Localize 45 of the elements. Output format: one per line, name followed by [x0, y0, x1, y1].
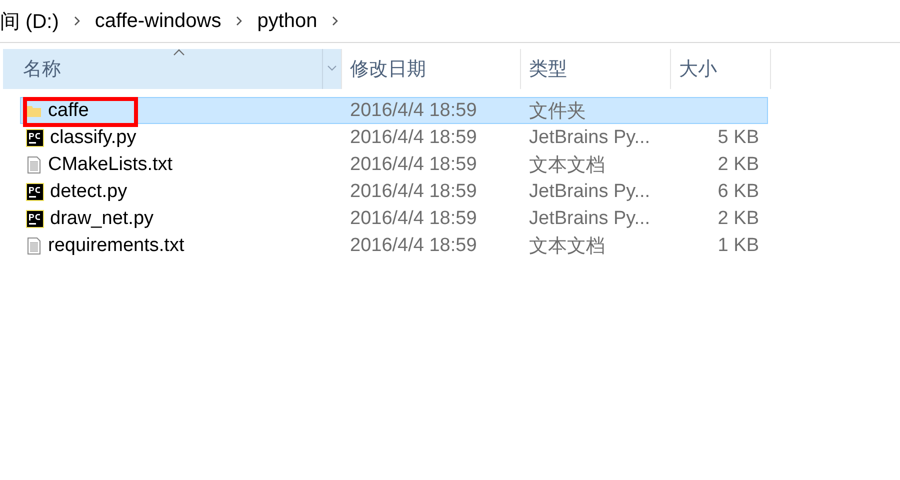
file-row[interactable]: CMakeLists.txt 2016/4/4 18:59 文本文档 2 KB: [20, 151, 768, 178]
text-file-icon: [26, 237, 42, 255]
column-header[interactable]: 类型: [521, 49, 671, 89]
file-size: 1 KB: [716, 235, 759, 257]
column-header[interactable]: 名称: [3, 49, 342, 89]
file-type: 文本文档: [528, 235, 606, 259]
file-row[interactable]: detect.py 2016/4/4 18:59 JetBrains Py... 6 KB: [20, 178, 768, 205]
chevron-icon[interactable]: [72, 15, 81, 27]
modified-date: 2016/4/4 18:59: [349, 180, 478, 202]
breadcrumb-item[interactable]: python: [257, 10, 318, 32]
chevron-icon[interactable]: [331, 15, 340, 27]
chevron-icon[interactable]: [235, 15, 244, 27]
pycharm-file-icon: [26, 182, 44, 200]
file-name: requirements.txt: [48, 235, 184, 257]
modified-date: 2016/4/4 18:59: [349, 235, 478, 257]
modified-date: 2016/4/4 18:59: [349, 126, 478, 148]
modified-date: 2016/4/4 18:59: [349, 100, 478, 122]
file-row[interactable]: classify.py 2016/4/4 18:59 JetBrains Py... 5 KB: [20, 124, 768, 151]
file-name: draw_net.py: [50, 208, 154, 230]
file-size: 6 KB: [716, 180, 759, 202]
breadcrumb-item[interactable]: 间 (D:): [0, 8, 59, 34]
modified-date: 2016/4/4 18:59: [349, 208, 478, 230]
pycharm-file-icon: [26, 210, 44, 228]
column-header[interactable]: 大小: [671, 49, 771, 89]
file-size: 2 KB: [716, 208, 759, 230]
file-type: JetBrains Py...: [528, 180, 652, 202]
file-type: JetBrains Py...: [528, 208, 652, 230]
file-size: 5 KB: [716, 126, 759, 148]
folder-icon: [26, 104, 42, 118]
file-row[interactable]: requirements.txt 2016/4/4 18:59 文本文档 1 KB: [20, 232, 768, 259]
file-size: 2 KB: [716, 154, 759, 176]
modified-date: 2016/4/4 18:59: [349, 154, 478, 176]
file-row[interactable]: caffe 2016/4/4 18:59 文件夹: [20, 97, 768, 124]
column-header[interactable]: 修改日期: [342, 49, 521, 89]
pycharm-file-icon: [26, 128, 44, 146]
file-name: classify.py: [50, 126, 136, 148]
breadcrumb-item[interactable]: caffe-windows: [94, 10, 222, 32]
file-name: CMakeLists.txt: [48, 154, 173, 176]
file-row[interactable]: draw_net.py 2016/4/4 18:59 JetBrains Py... 2 KB: [20, 205, 768, 232]
file-type: JetBrains Py...: [528, 126, 652, 148]
file-type: 文件夹: [528, 100, 587, 124]
file-name: detect.py: [50, 180, 128, 202]
file-type: 文本文档: [528, 154, 606, 178]
file-name: caffe: [48, 100, 89, 122]
text-file-icon: [26, 156, 42, 174]
